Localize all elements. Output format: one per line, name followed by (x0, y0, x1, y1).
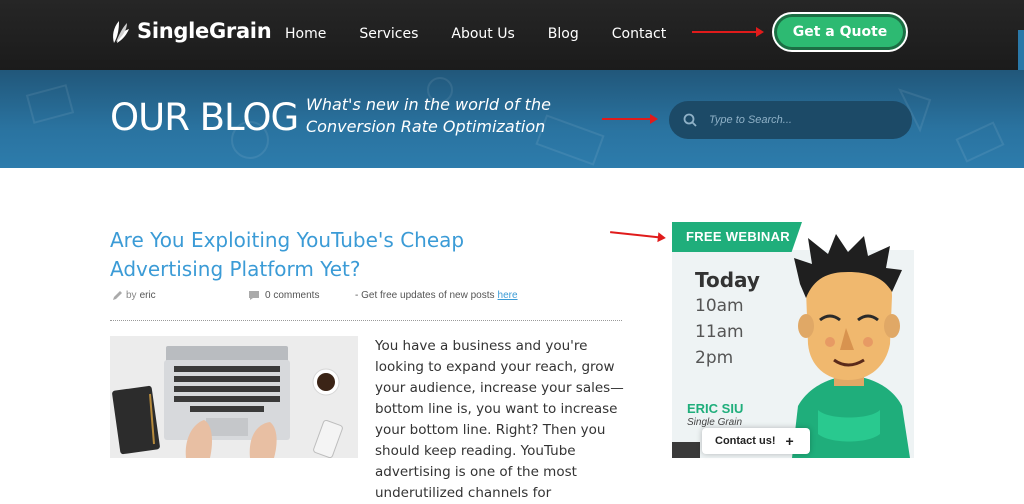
comments-count: 0 comments (265, 290, 320, 301)
nav-blog[interactable]: Blog (548, 26, 579, 42)
pencil-icon (113, 291, 122, 300)
presenter-name: ERIC SIU (687, 401, 744, 416)
edge-strip (1018, 30, 1024, 70)
webinar-time-10am[interactable]: 10am (695, 296, 744, 316)
laptop-desk-illustration (110, 336, 358, 458)
free-webinar-widget[interactable]: FREE WEBINAR Today 10am 11am 2pm ERIC SI… (672, 222, 914, 458)
footer-strip (672, 442, 700, 458)
comment-icon (249, 291, 259, 300)
search-icon (683, 113, 697, 127)
presenter-avatar (792, 234, 910, 458)
updates-link[interactable]: here (498, 290, 518, 301)
leaf-logo-icon (113, 21, 129, 43)
nav-about-us[interactable]: About Us (451, 26, 514, 42)
blog-banner: OUR BLOG What's new in the world of the … (0, 70, 1024, 168)
webinar-tag: FREE WEBINAR (672, 222, 802, 252)
logo[interactable]: SingleGrain (110, 18, 272, 44)
plus-icon: + (785, 433, 794, 449)
post-featured-image (110, 336, 358, 458)
updates-text: - Get free updates of new posts (355, 290, 495, 301)
nav-services[interactable]: Services (359, 26, 418, 42)
divider (110, 320, 622, 321)
webinar-time-11am[interactable]: 11am (695, 322, 744, 342)
contact-us-button[interactable]: Contact us! + (702, 428, 810, 454)
logo-text: SingleGrain (137, 19, 272, 43)
get-a-quote-button[interactable]: Get a Quote (772, 12, 908, 52)
top-nav-bar: SingleGrain Home Services About Us Blog … (0, 0, 1024, 70)
search-input[interactable] (707, 113, 881, 127)
post-excerpt: You have a business and you're looking t… (375, 338, 624, 501)
post-author: by eric (112, 290, 156, 301)
author-name[interactable]: eric (140, 290, 156, 301)
post-updates: - Get free updates of new posts here (355, 290, 518, 301)
author-prefix: by (126, 290, 137, 301)
contact-label: Contact us! (715, 435, 776, 447)
post-comments[interactable]: 0 comments (248, 290, 319, 301)
page-title: OUR BLOG (110, 96, 299, 139)
presenter-company: Single Grain (687, 417, 743, 428)
webinar-time-2pm[interactable]: 2pm (695, 348, 733, 368)
annotation-arrow (610, 231, 664, 239)
main-nav: Home Services About Us Blog Contact (285, 26, 699, 42)
webinar-day: Today (695, 268, 760, 292)
nav-contact[interactable]: Contact (612, 26, 666, 42)
page-subtitle: What's new in the world of the Conversio… (306, 95, 551, 136)
post-title[interactable]: Are You Exploiting YouTube's Cheap Adver… (110, 226, 580, 284)
nav-home[interactable]: Home (285, 26, 326, 42)
annotation-arrow (602, 114, 658, 124)
annotation-arrow (692, 27, 764, 37)
search-box[interactable] (669, 101, 912, 139)
